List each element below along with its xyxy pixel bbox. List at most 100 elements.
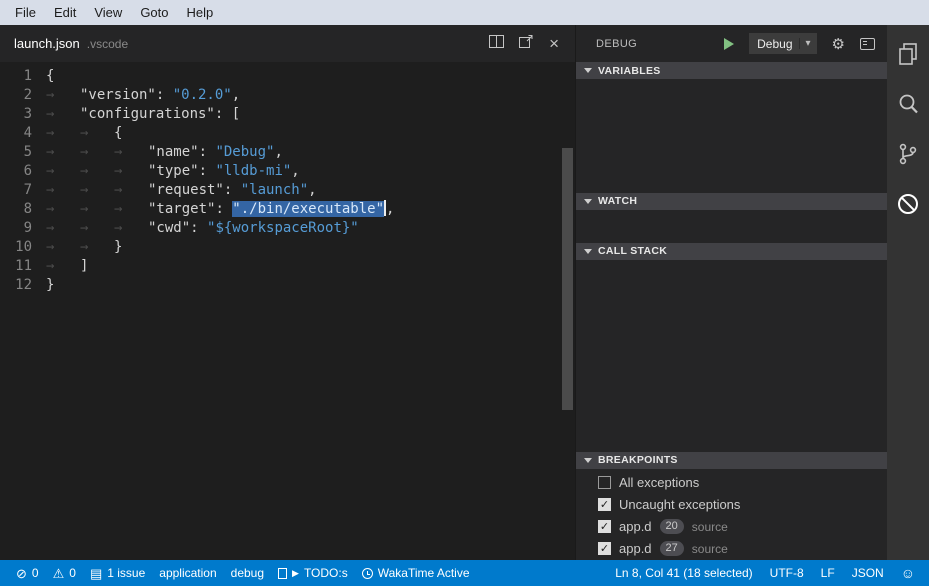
debug-sidebar: DEBUG Debug ▾ ⚙ VARIABLES WATCH — [575, 25, 887, 560]
code-token: : — [215, 201, 232, 217]
breakpoint-item[interactable]: ✓app.d27source — [576, 538, 887, 560]
menu-goto[interactable]: Goto — [131, 2, 177, 23]
line-content: →→→"cwd": "${workspaceRoot}" — [46, 219, 359, 238]
line-number[interactable]: 8 — [0, 200, 46, 219]
issues-status[interactable]: ▤ 1 issue — [90, 566, 145, 580]
breakpoint-label: All exceptions — [619, 475, 699, 490]
editor-scrollbar[interactable] — [561, 62, 575, 560]
line-number[interactable]: 11 — [0, 257, 46, 276]
line-number[interactable]: 2 — [0, 86, 46, 105]
task-status[interactable]: application — [159, 566, 216, 580]
line-number[interactable]: 9 — [0, 219, 46, 238]
start-debug-button[interactable] — [724, 38, 734, 50]
main-area: launch.json .vscode × 1{2→"version": "0.… — [0, 25, 929, 560]
checkbox-checked-icon[interactable]: ✓ — [598, 542, 611, 555]
error-count[interactable]: ⊘ 0 — [16, 566, 39, 580]
warning-count[interactable]: ⚠ 0 — [53, 566, 76, 580]
whitespace-arrow-icon: → — [46, 238, 80, 257]
code-line[interactable]: 7→→→"request": "launch", — [0, 181, 575, 200]
todo-status[interactable]: ▶ TODO:s — [278, 566, 348, 580]
section-header-call-stack[interactable]: CALL STACK — [576, 243, 887, 260]
code-token: , — [308, 182, 316, 198]
breakpoint-item[interactable]: All exceptions — [576, 472, 887, 494]
split-editor-icon[interactable] — [489, 35, 504, 53]
whitespace-arrow-icon: → — [46, 143, 80, 162]
code-token: { — [114, 125, 122, 141]
code-line[interactable]: 1{ — [0, 67, 575, 86]
menu-view[interactable]: View — [85, 2, 131, 23]
code-token: : — [199, 163, 216, 179]
code-token: "version" — [80, 87, 156, 103]
code-token: , — [274, 144, 282, 160]
code-line[interactable]: 2→"version": "0.2.0", — [0, 86, 575, 105]
whitespace-arrow-icon: → — [80, 200, 114, 219]
debug-console-icon[interactable] — [860, 38, 875, 50]
line-content: →"version": "0.2.0", — [46, 86, 240, 105]
variables-content — [576, 79, 887, 193]
code-editor[interactable]: 1{2→"version": "0.2.0",3→"configurations… — [0, 62, 575, 560]
debug-disabled-icon[interactable] — [895, 191, 921, 217]
code-token: "configurations" — [80, 106, 215, 122]
console-glyph — [860, 38, 875, 50]
code-line[interactable]: 5→→→"name": "Debug", — [0, 143, 575, 162]
gear-icon[interactable]: ⚙ — [832, 35, 845, 53]
section-header-variables[interactable]: VARIABLES — [576, 62, 887, 79]
line-number[interactable]: 3 — [0, 105, 46, 124]
code-token: , — [291, 163, 299, 179]
code-line[interactable]: 8→→→"target": "./bin/executable", — [0, 200, 575, 219]
menu-help[interactable]: Help — [178, 2, 223, 23]
feedback-smiley-icon[interactable]: ☺ — [901, 565, 915, 581]
menu-edit[interactable]: Edit — [45, 2, 85, 23]
code-line[interactable]: 12} — [0, 276, 575, 295]
eol-indicator[interactable]: LF — [821, 566, 835, 580]
line-content: →→} — [46, 238, 122, 257]
code-line[interactable]: 11→] — [0, 257, 575, 276]
code-token: } — [46, 277, 54, 293]
close-icon[interactable]: × — [549, 37, 559, 50]
checkbox-checked-icon[interactable]: ✓ — [598, 520, 611, 533]
whitespace-arrow-icon: → — [46, 219, 80, 238]
code-line[interactable]: 4→→{ — [0, 124, 575, 143]
explorer-files-icon[interactable] — [895, 41, 921, 67]
launch-status[interactable]: debug — [231, 566, 264, 580]
debug-config-dropdown[interactable]: Debug ▾ — [749, 33, 816, 54]
selected-text: "./bin/executable" — [232, 201, 384, 217]
menu-file[interactable]: File — [6, 2, 45, 23]
git-branch-icon[interactable] — [895, 141, 921, 167]
open-preview-icon[interactable] — [519, 34, 534, 53]
scrollbar-thumb[interactable] — [562, 148, 573, 410]
code-line[interactable]: 10→→} — [0, 238, 575, 257]
section-header-breakpoints[interactable]: BREAKPOINTS — [576, 452, 887, 469]
section-header-watch[interactable]: WATCH — [576, 193, 887, 210]
line-number[interactable]: 5 — [0, 143, 46, 162]
whitespace-arrow-icon: → — [46, 86, 80, 105]
cursor-position[interactable]: Ln 8, Col 41 (18 selected) — [615, 566, 752, 580]
tab-launch-json[interactable]: launch.json .vscode — [0, 25, 140, 62]
checkbox-checked-icon[interactable]: ✓ — [598, 498, 611, 511]
breakpoint-origin: source — [692, 542, 728, 556]
whitespace-arrow-icon: → — [46, 200, 80, 219]
breakpoint-item[interactable]: ✓app.d20source — [576, 516, 887, 538]
language-mode[interactable]: JSON — [852, 566, 884, 580]
code-token: "name" — [148, 144, 199, 160]
line-number[interactable]: 4 — [0, 124, 46, 143]
tab-bar: launch.json .vscode × — [0, 25, 575, 62]
line-number[interactable]: 1 — [0, 67, 46, 86]
line-content: →→→"target": "./bin/executable", — [46, 200, 394, 219]
section-title: BREAKPOINTS — [598, 454, 678, 466]
line-number[interactable]: 10 — [0, 238, 46, 257]
search-icon[interactable] — [895, 91, 921, 117]
editor-actions: × — [489, 34, 575, 53]
line-content: →→→"request": "launch", — [46, 181, 317, 200]
checkbox-unchecked-icon[interactable] — [598, 476, 611, 489]
line-number[interactable]: 7 — [0, 181, 46, 200]
code-line[interactable]: 6→→→"type": "lldb-mi", — [0, 162, 575, 181]
code-line[interactable]: 9→→→"cwd": "${workspaceRoot}" — [0, 219, 575, 238]
code-line[interactable]: 3→"configurations": [ — [0, 105, 575, 124]
line-number[interactable]: 6 — [0, 162, 46, 181]
code-token: : [ — [215, 106, 240, 122]
encoding-indicator[interactable]: UTF-8 — [770, 566, 804, 580]
breakpoint-item[interactable]: ✓Uncaught exceptions — [576, 494, 887, 516]
wakatime-status[interactable]: WakaTime Active — [362, 566, 470, 580]
line-number[interactable]: 12 — [0, 276, 46, 295]
